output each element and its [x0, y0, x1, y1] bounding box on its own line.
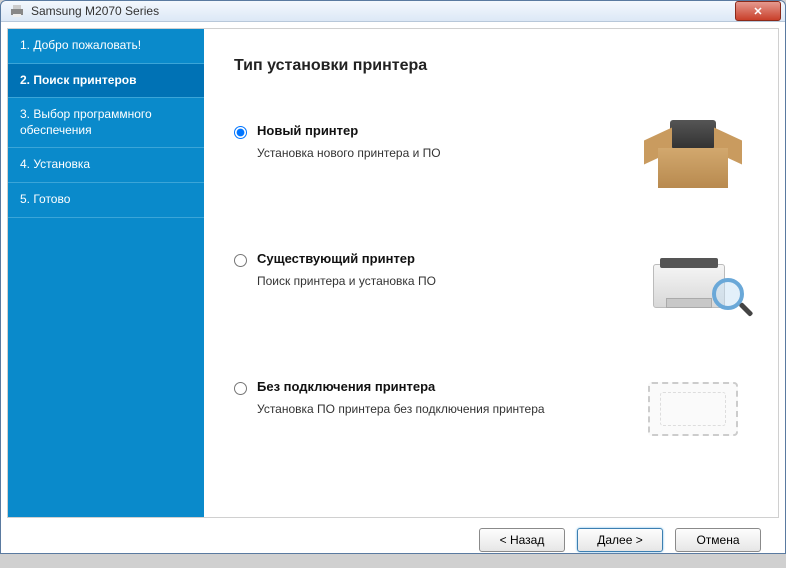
- sidebar-item-software: 3. Выбор программного обеспечения: [8, 98, 204, 148]
- titlebar: Samsung M2070 Series ✕: [1, 1, 785, 22]
- sidebar: 1. Добро пожаловать! 2. Поиск принтеров …: [8, 29, 204, 517]
- option-description: Поиск принтера и установка ПО: [257, 274, 436, 288]
- option-no-connection[interactable]: Без подключения принтера Установка ПО пр…: [234, 379, 748, 459]
- content-area: Тип установки принтера Новый принтер Уст…: [204, 29, 778, 517]
- option-description: Установка ПО принтера без подключения пр…: [257, 402, 545, 416]
- sidebar-item-done: 5. Готово: [8, 183, 204, 218]
- footer: < Назад Далее > Отмена: [7, 518, 779, 562]
- installer-window: Samsung M2070 Series ✕ 1. Добро пожалова…: [0, 0, 786, 554]
- option-label: Без подключения принтера: [257, 379, 618, 394]
- window-body: 1. Добро пожаловать! 2. Поиск принтеров …: [1, 22, 785, 568]
- back-button[interactable]: < Назад: [479, 528, 565, 552]
- main-area: 1. Добро пожаловать! 2. Поиск принтеров …: [7, 28, 779, 518]
- printer-in-box-icon: [638, 113, 748, 193]
- close-button[interactable]: ✕: [735, 1, 781, 21]
- sidebar-item-welcome: 1. Добро пожаловать!: [8, 29, 204, 64]
- option-label: Новый принтер: [257, 123, 618, 138]
- next-button[interactable]: Далее >: [577, 528, 663, 552]
- radio-no-connection[interactable]: [234, 382, 247, 395]
- printer-outline-icon: [638, 369, 748, 449]
- option-existing-printer[interactable]: Существующий принтер Поиск принтера и ус…: [234, 251, 748, 331]
- printer-icon: [9, 3, 25, 19]
- close-icon: ✕: [753, 5, 762, 18]
- radio-existing-printer[interactable]: [234, 254, 247, 267]
- sidebar-item-search: 2. Поиск принтеров: [8, 64, 204, 99]
- printer-search-icon: [638, 241, 748, 321]
- page-title: Тип установки принтера: [234, 57, 748, 75]
- sidebar-item-install: 4. Установка: [8, 148, 204, 183]
- window-title: Samsung M2070 Series: [31, 4, 735, 18]
- option-label: Существующий принтер: [257, 251, 618, 266]
- cancel-button[interactable]: Отмена: [675, 528, 761, 552]
- option-description: Установка нового принтера и ПО: [257, 146, 441, 160]
- radio-new-printer[interactable]: [234, 126, 247, 139]
- option-new-printer[interactable]: Новый принтер Установка нового принтера …: [234, 123, 748, 203]
